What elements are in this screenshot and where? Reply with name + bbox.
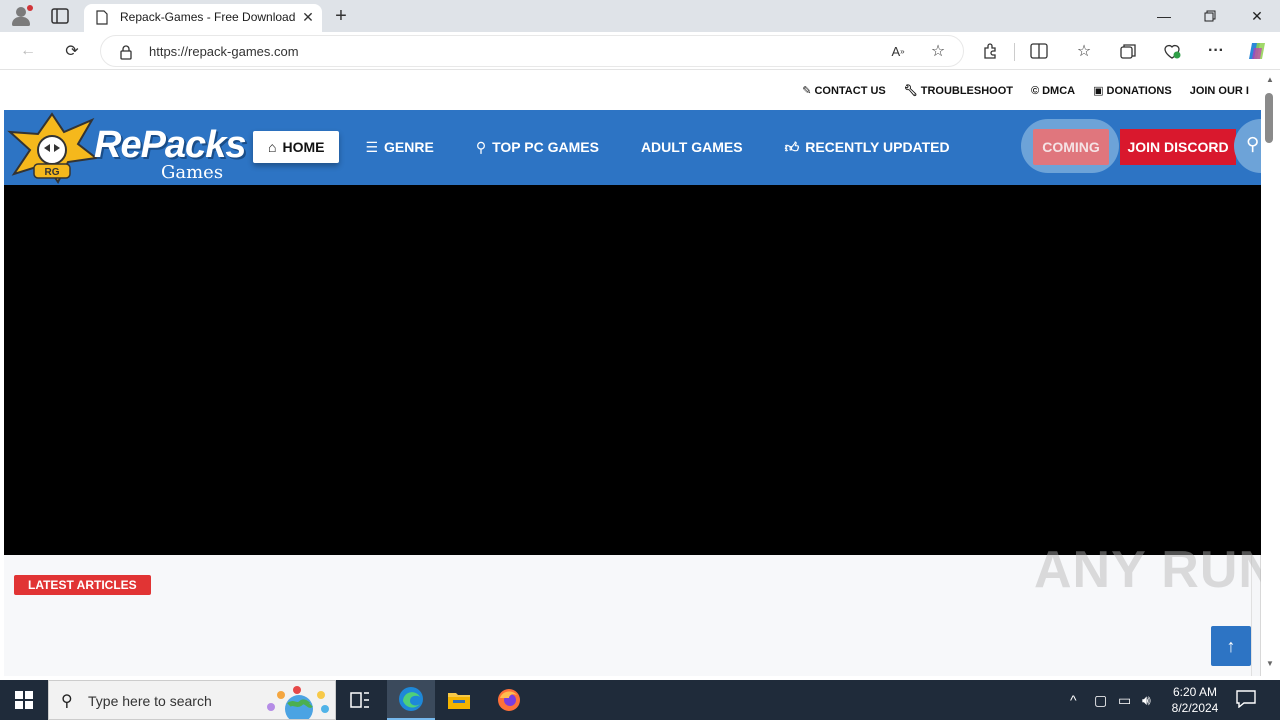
main-navbar: RG RePacks Games ⌂ HOME ☰ GENRE ⚲ TOP PC…: [4, 110, 1261, 185]
browser-essentials-icon[interactable]: [1161, 40, 1183, 62]
tab-actions-icon[interactable]: [50, 7, 70, 25]
top-link-label: DMCA: [1042, 84, 1076, 97]
money-icon: ▣: [1093, 85, 1104, 97]
copilot-icon[interactable]: [1246, 40, 1268, 62]
thumbs-up-icon: 👍︎: [784, 138, 800, 155]
nav-adult-games[interactable]: ADULT GAMES: [627, 131, 757, 163]
lock-icon[interactable]: [119, 44, 133, 65]
wrench-icon: 🔧︎: [903, 85, 918, 97]
back-icon[interactable]: ←: [17, 40, 39, 62]
taskbar-clock[interactable]: 6:20 AM 8/2/2024: [1166, 684, 1224, 716]
restore-button[interactable]: [1187, 0, 1233, 32]
minimize-button[interactable]: —: [1141, 0, 1187, 32]
top-link-dmca[interactable]: © DMCA: [1031, 84, 1075, 97]
top-link-donations[interactable]: ▣ DONATIONS: [1093, 84, 1172, 98]
meet-now-icon[interactable]: ▢: [1094, 680, 1107, 720]
scrollbar-thumb[interactable]: [1265, 93, 1273, 143]
tab-title: Repack-Games - Free Download: [120, 10, 296, 24]
nav-label: ADULT GAMES: [640, 139, 743, 155]
clock-time: 6:20 AM: [1172, 685, 1218, 699]
favorite-star-icon[interactable]: ☆: [927, 40, 949, 62]
nav-label: TOP PC GAMES: [492, 139, 599, 155]
copyright-icon: ©: [1031, 84, 1040, 97]
volume-icon[interactable]: 🔊︎: [1142, 680, 1151, 720]
folder-icon: [448, 693, 470, 709]
taskbar-edge[interactable]: [387, 680, 435, 720]
scroll-up-icon[interactable]: ▲: [1265, 75, 1275, 84]
nav-label: GENRE: [384, 139, 434, 155]
new-tab-button[interactable]: +: [330, 5, 352, 27]
scroll-to-top-button[interactable]: ↑: [1211, 626, 1251, 666]
gamepad-icon: ⚲: [475, 138, 487, 155]
top-links-bar: ✎ CONTACT US 🔧︎ TROUBLESHOOT © DMCA ▣ DO…: [4, 71, 1261, 110]
collections-icon[interactable]: [1117, 40, 1139, 62]
site-logo[interactable]: RG RePacks Games: [6, 112, 246, 184]
browser-tab-strip: Repack-Games - Free Download ✕ + — ✕: [0, 0, 1280, 32]
arrow-up-icon: ↑: [1226, 636, 1236, 656]
read-aloud-icon[interactable]: A»: [887, 40, 909, 62]
scroll-down-icon[interactable]: ▼: [1265, 659, 1275, 668]
profile-icon[interactable]: [10, 5, 33, 27]
firefox-icon: [498, 689, 520, 711]
extensions-icon[interactable]: [980, 40, 1002, 62]
task-view-icon: [350, 692, 369, 708]
browser-toolbar: ← ⟳ https://repack-games.com A» ☆ ☆ ···: [0, 32, 1280, 70]
top-link-contact[interactable]: ✎ CONTACT US: [802, 84, 886, 98]
home-icon: ⌂: [268, 139, 277, 155]
windows-taskbar: ⚲ Type here to search ^ ▢ ▭ 🔊︎ 6:20 AM 8…: [0, 680, 1280, 720]
network-icon[interactable]: ▭: [1118, 680, 1131, 720]
nav-top-pc-games[interactable]: ⚲ TOP PC GAMES: [462, 131, 613, 163]
split-screen-icon[interactable]: [1028, 40, 1050, 62]
search-highlight-art-icon: [267, 686, 329, 719]
logo-wordmark: RePacks: [94, 124, 246, 166]
join-discord-button[interactable]: JOIN DISCORD: [1120, 129, 1236, 165]
search-icon: ⚲: [1246, 134, 1260, 154]
start-button[interactable]: [0, 680, 48, 720]
top-link-label: DONATIONS: [1106, 84, 1172, 97]
page-scrollbar[interactable]: ▲ ▼: [1261, 71, 1280, 676]
top-link-label: TROUBLESHOOT: [920, 84, 1013, 97]
latest-articles-label: LATEST ARTICLES: [14, 575, 151, 595]
page-icon: [96, 10, 108, 30]
list-icon: ☰: [365, 138, 379, 155]
notification-center-icon[interactable]: [1236, 690, 1258, 710]
anyrun-watermark: ANY RUN: [1034, 541, 1277, 599]
top-link-troubleshoot[interactable]: 🔧︎ TROUBLESHOOT: [903, 84, 1013, 98]
coming-button[interactable]: COMING: [1033, 129, 1109, 165]
search-icon: ⚲: [61, 693, 73, 710]
logo-badge: RG: [45, 167, 60, 178]
top-link-label: JOIN OUR I: [1189, 84, 1249, 97]
windows-logo-icon: [15, 691, 33, 709]
tray-overflow-icon[interactable]: ^: [1070, 680, 1077, 720]
search-button[interactable]: ⚲: [1234, 119, 1261, 173]
close-tab-icon[interactable]: ✕: [300, 9, 316, 25]
nav-genre[interactable]: ☰ GENRE: [351, 131, 447, 163]
top-link-label: CONTACT US: [814, 84, 886, 97]
search-placeholder: Type here to search: [88, 693, 212, 709]
hero-banner: [4, 185, 1261, 555]
top-link-join[interactable]: JOIN OUR I: [1190, 84, 1249, 97]
nav-label: HOME: [282, 139, 325, 155]
refresh-icon[interactable]: ⟳: [61, 40, 83, 62]
close-window-button[interactable]: ✕: [1234, 0, 1280, 32]
toolbar-separator: [1014, 43, 1015, 61]
taskbar-search-box[interactable]: ⚲ Type here to search: [48, 680, 336, 720]
address-bar[interactable]: https://repack-games.com A» ☆: [100, 35, 964, 67]
more-menu-icon[interactable]: ···: [1205, 40, 1227, 62]
taskbar-file-explorer[interactable]: [435, 680, 483, 720]
edge-icon: [399, 687, 423, 711]
edit-square-icon: ✎: [802, 85, 812, 97]
nav-label: RECENTLY UPDATED: [805, 139, 950, 155]
favorites-icon[interactable]: ☆: [1073, 40, 1095, 62]
clock-date: 8/2/2024: [1171, 701, 1219, 715]
nav-home[interactable]: ⌂ HOME: [253, 131, 340, 163]
task-view-button[interactable]: [336, 680, 384, 720]
nav-recently-updated[interactable]: 👍︎ RECENTLY UPDATED: [771, 131, 964, 163]
logo-emblem-icon: RG: [7, 112, 98, 184]
url-text[interactable]: https://repack-games.com: [149, 44, 299, 59]
logo-subtitle: Games: [161, 162, 224, 183]
tab-repack-games[interactable]: Repack-Games - Free Download ✕: [84, 4, 322, 32]
taskbar-firefox[interactable]: [485, 680, 533, 720]
